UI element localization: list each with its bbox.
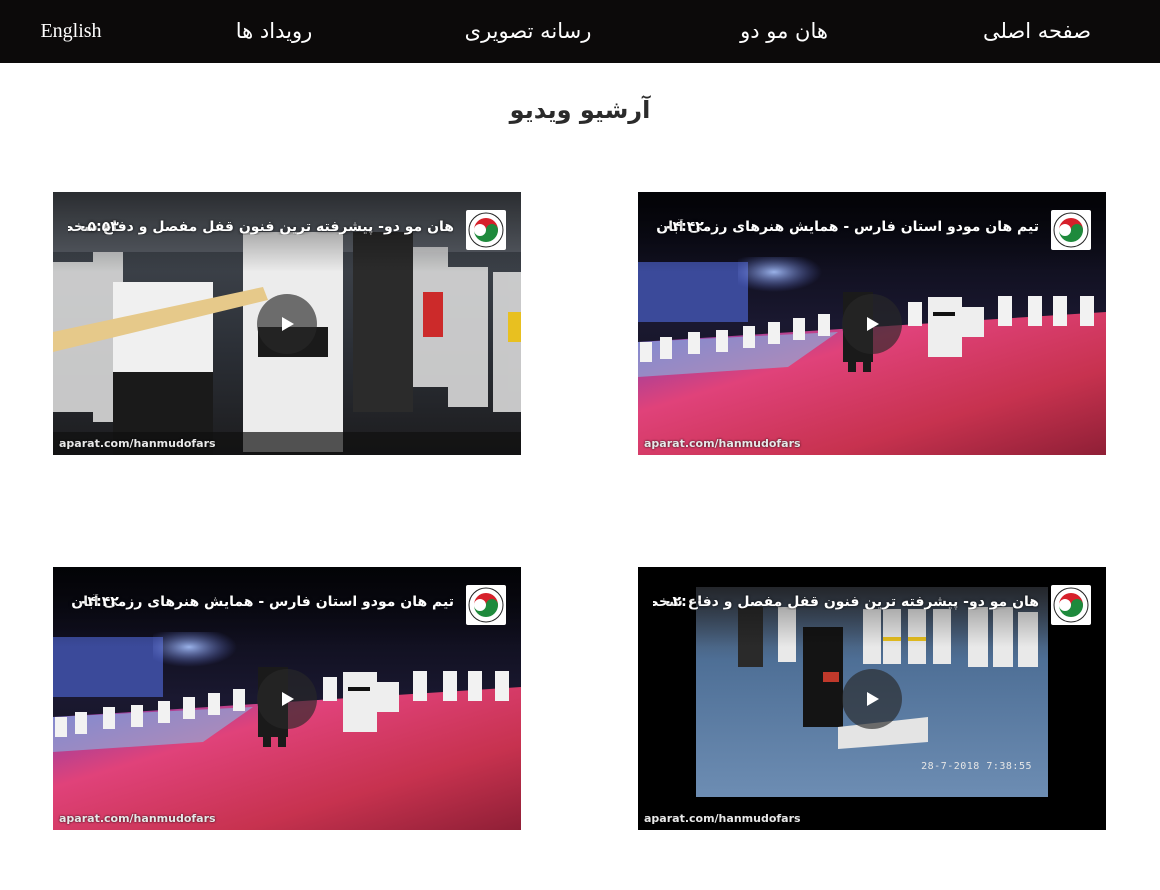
video-title[interactable]: هان مو دو- پیشرفته ترین فنون قفل مفصل و … bbox=[653, 594, 1039, 610]
nav-item-events[interactable]: رویداد ها bbox=[236, 0, 312, 63]
play-button[interactable] bbox=[257, 668, 317, 729]
video-duration: ۰۴:۴۲ bbox=[79, 594, 119, 610]
video-duration: ۰۴:۴۲ bbox=[664, 219, 704, 235]
video-timestamp: 28-7-2018 7:38:55 bbox=[921, 761, 1032, 772]
channel-logo-icon bbox=[466, 210, 506, 250]
video-card-2[interactable]: هان مو دو- پیشرفته ترین فنون قفل مفصل و … bbox=[53, 192, 521, 455]
play-icon bbox=[867, 316, 879, 331]
video-card-1[interactable]: تیم هان مودو استان فارس - همایش هنرهای ر… bbox=[638, 192, 1106, 455]
video-watermark: aparat.com/hanmudofars bbox=[59, 437, 216, 450]
channel-logo-icon bbox=[1051, 210, 1091, 250]
channel-logo-icon bbox=[466, 585, 506, 625]
play-button[interactable] bbox=[257, 293, 317, 354]
video-duration: ۰۲:۰۰ bbox=[664, 594, 704, 610]
video-card-4[interactable]: تیم هان مودو استان فارس - همایش هنرهای ر… bbox=[53, 567, 521, 830]
top-navbar: صفحه اصلی هان مو دو رسانه تصویری رویداد … bbox=[0, 0, 1160, 63]
video-watermark: aparat.com/hanmudofars bbox=[59, 812, 216, 825]
nav-item-hanmudo[interactable]: هان مو دو bbox=[740, 0, 828, 63]
video-duration: ۰۵:۵۳ bbox=[79, 219, 119, 235]
play-icon bbox=[282, 316, 294, 331]
video-title[interactable]: تیم هان مودو استان فارس - همایش هنرهای ر… bbox=[653, 219, 1039, 235]
channel-logo-icon bbox=[1051, 585, 1091, 625]
play-icon bbox=[867, 691, 879, 706]
video-title[interactable]: هان مو دو- پیشرفته ترین فنون قفل مفصل و … bbox=[68, 219, 454, 235]
video-title[interactable]: تیم هان مودو استان فارس - همایش هنرهای ر… bbox=[68, 594, 454, 610]
page-title: آرشیو ویدیو bbox=[509, 96, 651, 124]
play-icon bbox=[282, 691, 294, 706]
video-card-3[interactable]: هان مو دو- پیشرفته ترین فنون قفل مفصل و … bbox=[638, 567, 1106, 830]
nav-item-media[interactable]: رسانه تصویری bbox=[465, 0, 592, 63]
play-button[interactable] bbox=[842, 293, 902, 354]
nav-item-home[interactable]: صفحه اصلی bbox=[983, 0, 1091, 63]
video-watermark: aparat.com/hanmudofars bbox=[644, 437, 801, 450]
language-switch-english[interactable]: English bbox=[40, 0, 101, 63]
play-button[interactable] bbox=[842, 668, 902, 729]
video-watermark: aparat.com/hanmudofars bbox=[644, 812, 801, 825]
